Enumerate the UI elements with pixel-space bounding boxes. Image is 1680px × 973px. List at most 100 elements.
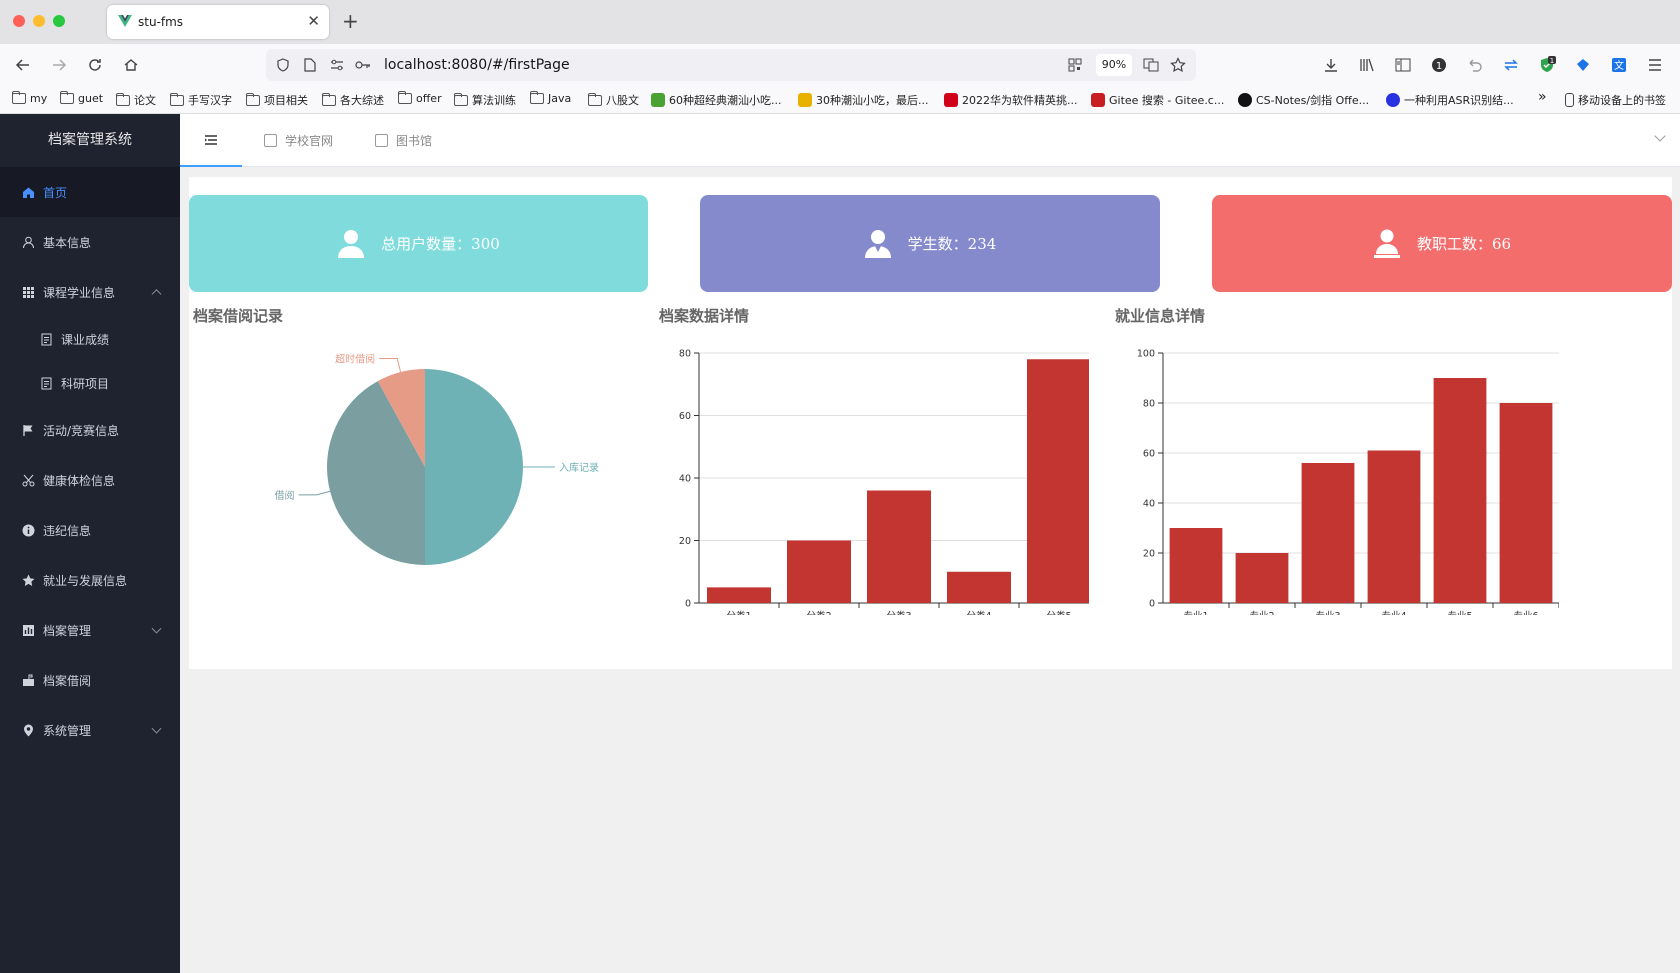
key-icon[interactable] — [354, 56, 372, 74]
folder-icon — [530, 91, 544, 104]
bookmark-item[interactable]: 30种潮汕小吃，最后... — [798, 92, 929, 108]
address-bar[interactable]: localhost:8080/#/firstPage 90% — [266, 49, 1196, 81]
tab-close-icon[interactable]: ✕ — [307, 12, 320, 30]
window-maximize-button[interactable] — [53, 15, 65, 27]
bookmark-star-icon[interactable] — [1169, 56, 1187, 74]
dashboard-card: 总用户数量：300 学生数：234 教职工数：66 档案借阅记录 档案数据详情 … — [189, 177, 1672, 669]
sidebar-item[interactable]: 档案管理 — [0, 605, 180, 655]
bookmark-item[interactable]: offer — [398, 91, 442, 105]
new-tab-button[interactable]: + — [342, 9, 359, 33]
bar[interactable] — [787, 540, 851, 604]
scissors-icon — [22, 474, 35, 487]
shield-icon[interactable] — [274, 56, 292, 74]
bar[interactable] — [1235, 553, 1289, 603]
browser-nav-bar: localhost:8080/#/firstPage 90% 1 1 文 — [0, 44, 1680, 86]
page-icon[interactable] — [301, 56, 319, 74]
collapse-menu-button[interactable] — [180, 114, 242, 167]
bar[interactable] — [1301, 463, 1355, 603]
bookmark-item[interactable]: 60种超经典潮汕小吃... — [651, 92, 782, 108]
sidebar-item[interactable]: 活动/竞赛信息 — [0, 405, 180, 455]
library-icon[interactable] — [1356, 54, 1378, 76]
bar[interactable] — [1499, 403, 1553, 603]
permissions-icon[interactable] — [328, 56, 346, 74]
library-page-icon — [375, 134, 388, 147]
sidebar-item-label: 就业与发展信息 — [43, 573, 128, 588]
window-close-button[interactable] — [13, 15, 25, 27]
bookmark-label: 算法训练 — [472, 94, 516, 107]
bookmark-item[interactable]: guet — [60, 91, 104, 105]
bar[interactable] — [1027, 359, 1089, 603]
diamond-extension-icon[interactable] — [1572, 54, 1594, 76]
translate-extension-icon[interactable]: 文 — [1608, 54, 1630, 76]
bookmark-item[interactable]: my — [12, 91, 47, 105]
site-icon — [798, 93, 812, 107]
library-link[interactable]: 图书馆 — [375, 132, 432, 149]
sidebar-item-label: 课程学业信息 — [43, 285, 116, 300]
sidebar-item[interactable]: 违纪信息 — [0, 505, 180, 555]
bookmark-label: guet — [78, 92, 104, 105]
sidebar-item[interactable]: 健康体检信息 — [0, 455, 180, 505]
bar[interactable] — [947, 571, 1011, 603]
bookmark-item[interactable]: 项目相关 — [246, 92, 308, 108]
password-extension-icon[interactable]: 1 — [1428, 54, 1450, 76]
y-tick-label: 20 — [1143, 549, 1155, 560]
sidebar-item-label: 课业成绩 — [61, 332, 110, 347]
folder-icon — [588, 92, 602, 106]
total-users-card: 总用户数量：300 — [189, 195, 648, 292]
sidebar-toggle-icon[interactable] — [1392, 54, 1414, 76]
school-site-link[interactable]: 学校官网 — [264, 132, 333, 149]
x-tick-label: 专业4 — [1381, 610, 1406, 615]
y-tick-label: 100 — [1137, 349, 1155, 360]
bar[interactable] — [1433, 378, 1487, 603]
sidebar-item-label: 档案管理 — [43, 623, 92, 638]
bar[interactable] — [707, 587, 771, 603]
bar[interactable] — [867, 490, 931, 604]
reload-button[interactable] — [83, 53, 107, 77]
sidebar-item[interactable]: 就业与发展信息 — [0, 555, 180, 605]
sync-extension-icon[interactable] — [1500, 54, 1522, 76]
bookmark-item[interactable]: 算法训练 — [454, 92, 516, 108]
downloads-icon[interactable] — [1320, 54, 1342, 76]
sidebar-item[interactable]: 档案借阅 — [0, 655, 180, 705]
menu-icon[interactable] — [1644, 54, 1666, 76]
bookmarks-overflow-icon[interactable]: » — [1538, 89, 1547, 105]
bookmark-item[interactable]: 论文 — [116, 92, 156, 108]
sidebar-item[interactable]: 课业成绩 — [0, 317, 180, 361]
bookmark-item[interactable]: 一种利用ASR识别结... — [1386, 92, 1514, 108]
sidebar-item-label: 系统管理 — [43, 723, 92, 738]
home-button[interactable] — [119, 53, 143, 77]
translate-icon[interactable] — [1142, 56, 1160, 74]
bookmark-item[interactable]: 手写汉字 — [170, 92, 232, 108]
window-minimize-button[interactable] — [33, 15, 45, 27]
sidebar-item[interactable]: 系统管理 — [0, 705, 180, 755]
bookmark-label: offer — [416, 92, 442, 105]
bar[interactable] — [1367, 450, 1421, 604]
staff-label: 教职工数：66 — [1416, 235, 1512, 253]
adblock-shield-icon[interactable]: 1 — [1536, 54, 1558, 76]
bookmark-label: Java — [548, 92, 572, 105]
x-tick-label: 专业6 — [1513, 610, 1538, 615]
bookmark-item[interactable]: Gitee 搜索 - Gitee.c... — [1091, 92, 1224, 108]
sidebar-item[interactable]: 基本信息 — [0, 217, 180, 267]
x-tick-label: 分类1 — [726, 610, 751, 615]
bookmark-item[interactable]: Java — [530, 91, 572, 105]
sidebar-item[interactable]: 科研项目 — [0, 361, 180, 405]
qr-code-icon[interactable] — [1066, 56, 1084, 74]
browser-tab[interactable]: stu-fms ✕ — [107, 5, 329, 39]
bookmark-item[interactable]: 八股文 — [588, 92, 639, 108]
pie-slice[interactable] — [425, 369, 523, 565]
sidebar-item[interactable]: 课程学业信息 — [0, 267, 180, 317]
bookmark-item[interactable]: CS-Notes/剑指 Offe... — [1238, 92, 1369, 108]
sidebar-item[interactable]: 首页 — [0, 167, 180, 217]
bookmark-item[interactable]: 各大综述 — [322, 92, 384, 108]
back-button[interactable] — [11, 53, 35, 77]
top-nav: 学校官网 图书馆 — [180, 114, 1680, 167]
chevron-down-icon[interactable] — [1654, 130, 1666, 142]
bookmark-item[interactable]: 移动设备上的书签 — [1565, 92, 1666, 108]
zoom-level[interactable]: 90% — [1096, 54, 1132, 76]
forward-button[interactable] — [47, 53, 71, 77]
undo-extension-icon[interactable] — [1464, 54, 1486, 76]
url-text[interactable]: localhost:8080/#/firstPage — [384, 57, 570, 73]
bar[interactable] — [1169, 528, 1223, 603]
bookmark-item[interactable]: 2022华为软件精英挑... — [944, 92, 1077, 108]
